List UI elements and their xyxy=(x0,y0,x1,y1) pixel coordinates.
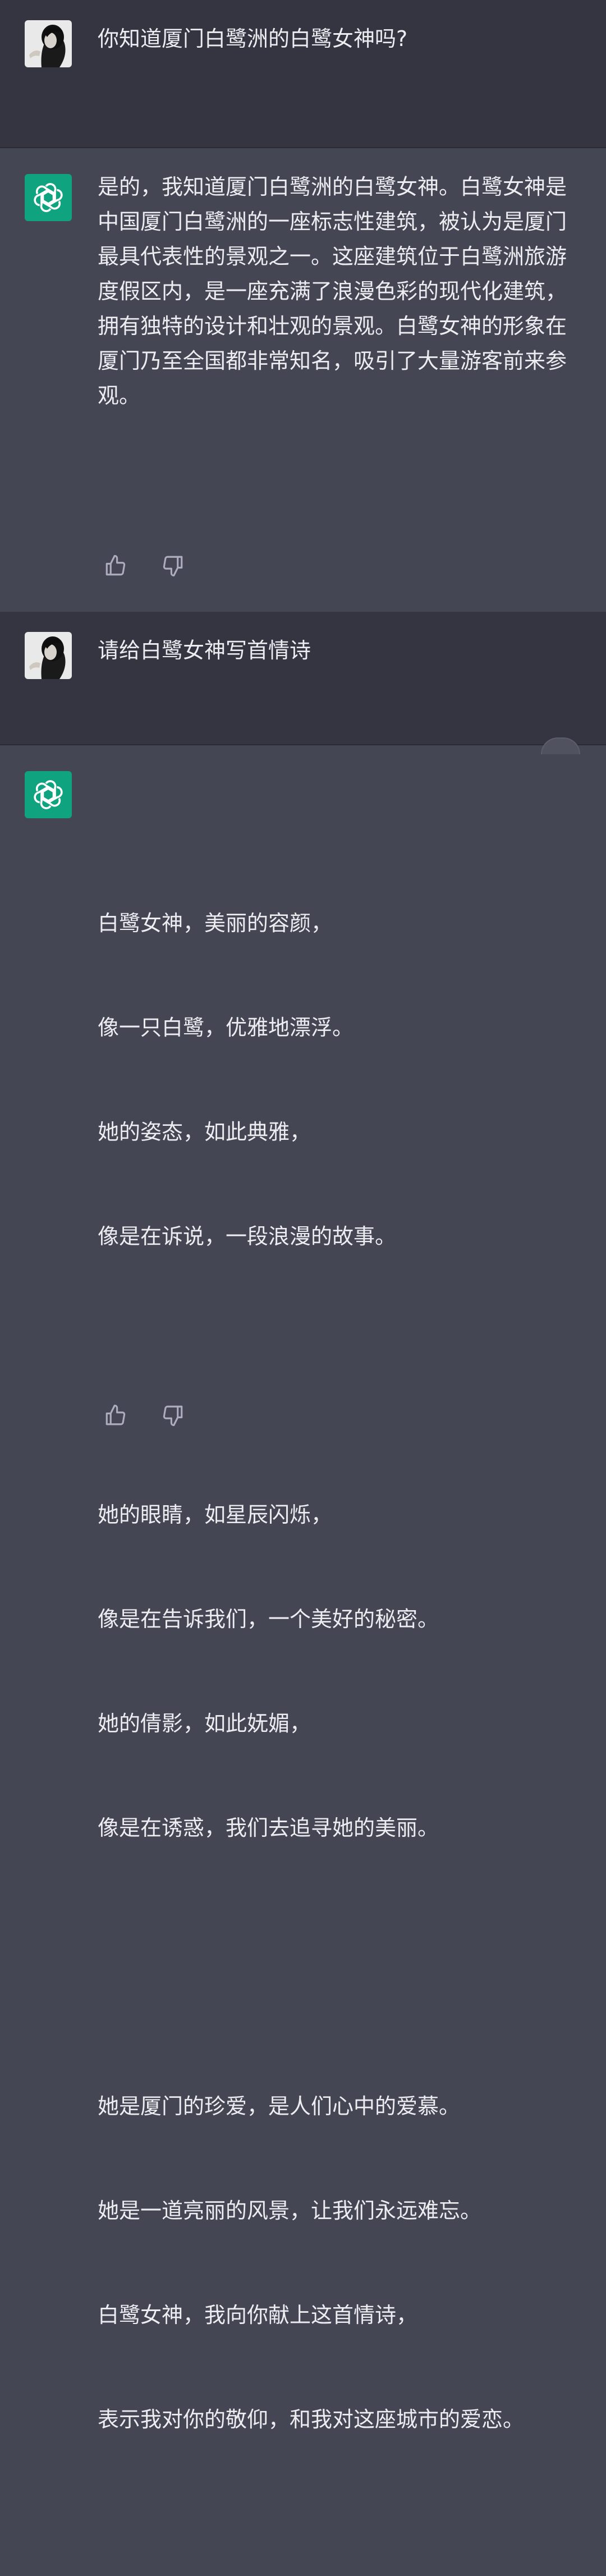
assistant-avatar xyxy=(25,174,72,221)
poem-line: 她的姿态，如此典雅， xyxy=(98,1120,311,1144)
poem-stanza: 她的眼睛，如星辰闪烁， 像是在告诉我们，一个美好的秘密。 她的倩影，如此妩媚， … xyxy=(98,1428,569,1915)
poem-line: 表示我对你的敬仰，和我对这座城市的爱恋。 xyxy=(98,2407,525,2432)
thumbs-down-icon xyxy=(163,556,183,577)
poem-line: 白鹭女神，美丽的容颜， xyxy=(98,911,333,936)
poem-text: 白鹭女神，美丽的容颜， 像一只白鹭，优雅地漂浮。 她的姿态，如此典雅， 像是在诉… xyxy=(98,767,569,2576)
user-avatar xyxy=(25,20,72,67)
message-actions xyxy=(103,553,185,578)
poem-line: 她的倩影，如此妩媚， xyxy=(98,1711,311,1736)
message-actions xyxy=(103,1403,185,1428)
assistant-message: 白鹭女神，美丽的容颜， 像一只白鹭，优雅地漂浮。 她的姿态，如此典雅， 像是在诉… xyxy=(0,737,606,2432)
poem-stanza: 她是厦门的珍爱，是人们心中的爱慕。 她是一道亮丽的风景，让我们永远难忘。 白鹭女… xyxy=(98,2019,569,2506)
assistant-message-text: 是的，我知道厦门白鹭洲的白鹭女神。白鹭女神是中国厦门白鹭洲的一座标志性建筑，被认… xyxy=(98,175,567,408)
user-message-text: 你知道厦门白鹭洲的白鹭女神吗? xyxy=(98,26,408,51)
user-avatar-photo-icon xyxy=(25,632,72,679)
openai-logo-icon xyxy=(34,780,63,809)
thumbs-up-icon xyxy=(105,1404,126,1425)
poem-line: 白鹭女神，我向你献上这首情诗， xyxy=(98,2303,418,2327)
poem-line: 像是在告诉我们，一个美好的秘密。 xyxy=(98,1607,439,1631)
user-message-text: 请给白鹭女神写首情诗 xyxy=(98,638,311,663)
poem-stanza: 白鹭女神，美丽的容颜， 像一只白鹭，优雅地漂浮。 她的姿态，如此典雅， 像是在诉… xyxy=(98,836,569,1323)
thumbs-down-icon xyxy=(163,1405,183,1427)
poem-line: 像一只白鹭，优雅地漂浮。 xyxy=(98,1015,354,1040)
user-message: 请给白鹭女神写首情诗 xyxy=(0,612,606,745)
poem-line: 像是在诱惑，我们去追寻她的美丽。 xyxy=(98,1816,439,1840)
thumbs-down-button[interactable] xyxy=(160,553,185,578)
thumbs-up-icon xyxy=(105,554,126,576)
assistant-message: 是的，我知道厦门白鹭洲的白鹭女神。白鹭女神是中国厦门白鹭洲的一座标志性建筑，被认… xyxy=(0,148,606,612)
thumbs-down-button[interactable] xyxy=(160,1403,185,1428)
poem-line: 她是厦门的珍爱，是人们心中的爱慕。 xyxy=(98,2094,461,2119)
thumbs-up-button[interactable] xyxy=(103,1403,128,1428)
user-avatar-photo-icon xyxy=(25,20,72,67)
openai-logo-icon xyxy=(34,183,63,212)
user-avatar xyxy=(25,632,72,679)
thumbs-up-button[interactable] xyxy=(103,553,128,578)
poem-line: 她的眼睛，如星辰闪烁， xyxy=(98,1502,333,1527)
assistant-avatar xyxy=(25,771,72,818)
poem-line: 像是在诉说，一段浪漫的故事。 xyxy=(98,1224,397,1249)
poem-line: 她是一道亮丽的风景，让我们永远难忘。 xyxy=(98,2198,482,2223)
user-message: 你知道厦门白鹭洲的白鹭女神吗? xyxy=(0,0,606,148)
